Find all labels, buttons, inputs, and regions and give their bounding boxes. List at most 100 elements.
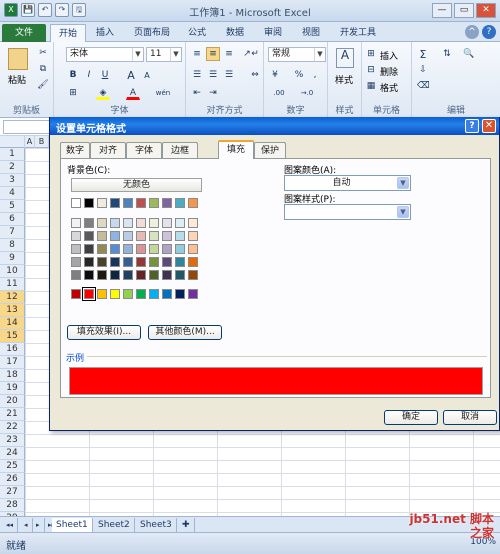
- color-swatch[interactable]: [136, 244, 146, 254]
- standard-color-swatch[interactable]: [110, 289, 120, 299]
- color-swatch[interactable]: [84, 270, 94, 280]
- row-header[interactable]: 22: [0, 421, 25, 434]
- dialog-close-button[interactable]: ✕: [482, 119, 496, 133]
- no-color-button[interactable]: 无颜色: [71, 178, 202, 192]
- tab-developer[interactable]: 开发工具: [332, 24, 384, 42]
- format-cells-icon[interactable]: ▦: [364, 79, 378, 93]
- color-swatch[interactable]: [149, 244, 159, 254]
- increase-decimal-button[interactable]: .00: [268, 86, 290, 100]
- standard-color-swatch[interactable]: [188, 289, 198, 299]
- insert-cells-icon[interactable]: ⊞: [364, 47, 378, 61]
- row-header[interactable]: 6: [0, 213, 25, 226]
- color-swatch[interactable]: [84, 231, 94, 241]
- next-sheet-nav[interactable]: ▸: [32, 518, 45, 532]
- borders-icon[interactable]: ⊞: [66, 86, 80, 100]
- pattern-style-select[interactable]: ▼: [284, 204, 411, 220]
- percent-button[interactable]: %: [292, 68, 306, 82]
- color-swatch[interactable]: [188, 218, 198, 228]
- row-header[interactable]: 21: [0, 408, 25, 421]
- row-header[interactable]: 17: [0, 356, 25, 369]
- row-header[interactable]: 11: [0, 278, 25, 291]
- fill-icon[interactable]: ⇩: [416, 63, 430, 77]
- color-swatch[interactable]: [162, 198, 172, 208]
- tab-data[interactable]: 数据: [218, 24, 252, 42]
- tab-formulas[interactable]: 公式: [180, 24, 214, 42]
- standard-color-swatch[interactable]: [123, 289, 133, 299]
- color-swatch[interactable]: [123, 218, 133, 228]
- paste-label[interactable]: 粘贴: [8, 73, 26, 86]
- minimize-button[interactable]: —: [432, 3, 452, 18]
- standard-color-swatch[interactable]: [97, 289, 107, 299]
- row-header[interactable]: 19: [0, 382, 25, 395]
- bold-button[interactable]: B: [66, 68, 80, 82]
- color-swatch[interactable]: [162, 231, 172, 241]
- row-header[interactable]: 23: [0, 434, 25, 447]
- color-swatch[interactable]: [175, 257, 185, 267]
- font-size-select[interactable]: 11 ▼: [146, 47, 182, 62]
- tab-alignment[interactable]: 对齐: [90, 142, 126, 158]
- sheet-tab-sheet3[interactable]: Sheet3: [136, 518, 177, 532]
- color-swatch[interactable]: [84, 257, 94, 267]
- color-swatch[interactable]: [97, 270, 107, 280]
- tab-page-layout[interactable]: 页面布局: [126, 24, 178, 42]
- help-icon[interactable]: ?: [482, 25, 496, 39]
- row-header[interactable]: 18: [0, 369, 25, 382]
- standard-color-swatch[interactable]: [175, 289, 185, 299]
- align-left-icon[interactable]: ☰: [190, 68, 204, 82]
- format-cells-label[interactable]: 格式: [380, 81, 398, 94]
- increase-indent-icon[interactable]: ⇥: [206, 86, 220, 100]
- name-box[interactable]: [3, 120, 53, 134]
- color-swatch[interactable]: [149, 270, 159, 280]
- tab-view[interactable]: 视图: [294, 24, 328, 42]
- color-swatch[interactable]: [123, 244, 133, 254]
- tab-font[interactable]: 字体: [126, 142, 162, 158]
- color-swatch[interactable]: [110, 244, 120, 254]
- row-header[interactable]: 24: [0, 447, 25, 460]
- row-header[interactable]: 4: [0, 187, 25, 200]
- row-header[interactable]: 9: [0, 252, 25, 265]
- styles-button-label[interactable]: 样式: [335, 73, 353, 86]
- column-header[interactable]: A: [25, 136, 35, 148]
- decrease-indent-icon[interactable]: ⇤: [190, 86, 204, 100]
- insert-sheet-icon[interactable]: ✚: [178, 518, 195, 532]
- color-swatch[interactable]: [188, 244, 198, 254]
- styles-icon[interactable]: A: [336, 48, 354, 68]
- color-swatch[interactable]: [71, 231, 81, 241]
- color-swatch[interactable]: [97, 244, 107, 254]
- row-header[interactable]: 12: [0, 291, 25, 304]
- color-swatch[interactable]: [149, 231, 159, 241]
- sheet-tab-sheet2[interactable]: Sheet2: [94, 518, 135, 532]
- row-header[interactable]: 26: [0, 473, 25, 486]
- align-bottom-icon[interactable]: ≡: [222, 47, 236, 61]
- color-swatch[interactable]: [97, 231, 107, 241]
- color-swatch[interactable]: [97, 257, 107, 267]
- sort-filter-icon[interactable]: ⇅: [438, 47, 456, 65]
- tab-protection[interactable]: 保护: [254, 142, 286, 158]
- row-header[interactable]: 27: [0, 486, 25, 499]
- grow-font-button[interactable]: A: [124, 68, 138, 82]
- tab-insert[interactable]: 插入: [88, 24, 122, 42]
- decrease-decimal-button[interactable]: →.0: [294, 86, 320, 100]
- color-swatch[interactable]: [188, 231, 198, 241]
- font-color-button[interactable]: A: [126, 86, 140, 100]
- tab-review[interactable]: 审阅: [256, 24, 290, 42]
- standard-color-swatch[interactable]: [162, 289, 172, 299]
- select-all-corner[interactable]: [0, 136, 25, 148]
- standard-color-swatch[interactable]: [71, 289, 81, 299]
- color-swatch[interactable]: [110, 257, 120, 267]
- clear-icon[interactable]: ⌫: [416, 79, 430, 93]
- delete-cells-icon[interactable]: ⊟: [364, 63, 378, 77]
- color-swatch[interactable]: [162, 218, 172, 228]
- color-swatch[interactable]: [71, 244, 81, 254]
- font-name-select[interactable]: 宋体 ▼: [66, 47, 144, 62]
- color-swatch[interactable]: [71, 257, 81, 267]
- color-swatch[interactable]: [71, 218, 81, 228]
- color-swatch[interactable]: [149, 218, 159, 228]
- standard-color-swatch[interactable]: [82, 287, 96, 301]
- row-header[interactable]: 28: [0, 499, 25, 512]
- row-header[interactable]: 3: [0, 174, 25, 187]
- color-swatch[interactable]: [71, 198, 81, 208]
- phonetic-button[interactable]: wén: [152, 86, 174, 100]
- align-right-icon[interactable]: ☰: [222, 68, 236, 82]
- number-format-select[interactable]: 常规 ▼: [268, 47, 326, 62]
